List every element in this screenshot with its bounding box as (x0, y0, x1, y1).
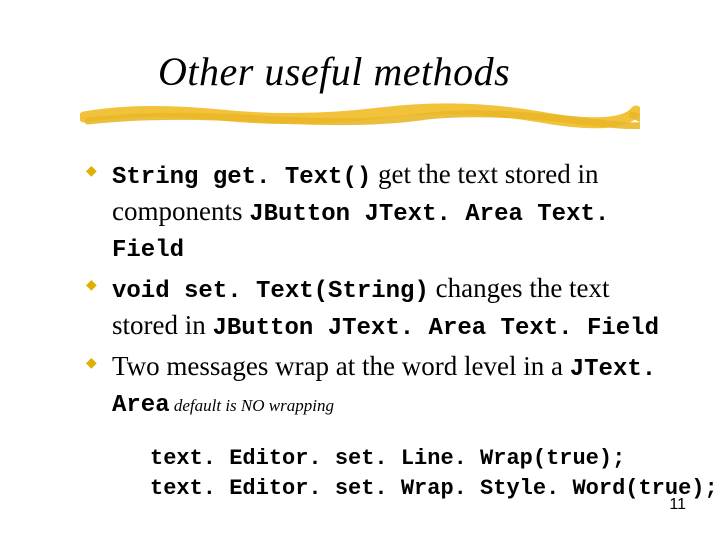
slide: Other useful methods String get. Text() … (0, 0, 720, 540)
page-number: 11 (669, 496, 686, 514)
bullet-item: void set. Text(String) changes the text … (86, 271, 670, 344)
bullet-text: Two messages wrap at the word level in a (112, 351, 570, 381)
bullet-list: String get. Text() get the text stored i… (86, 157, 670, 422)
code-line: text. Editor. set. Wrap. Style. Word(tru… (150, 476, 718, 501)
class-names: JButton JText. Area Text. Field (213, 315, 659, 342)
method-signature: void set. Text(String) (112, 278, 429, 305)
code-line: text. Editor. set. Line. Wrap(true); (150, 446, 625, 471)
title-underline (80, 101, 640, 129)
bullet-item: Two messages wrap at the word level in a… (86, 349, 670, 422)
slide-title: Other useful methods (158, 48, 670, 95)
bullet-item: String get. Text() get the text stored i… (86, 157, 670, 267)
bullet-note: default is NO wrapping (170, 396, 334, 415)
method-signature: String get. Text() (112, 164, 371, 191)
brush-stroke-icon (80, 101, 640, 129)
code-block: text. Editor. set. Line. Wrap(true); tex… (150, 444, 670, 503)
